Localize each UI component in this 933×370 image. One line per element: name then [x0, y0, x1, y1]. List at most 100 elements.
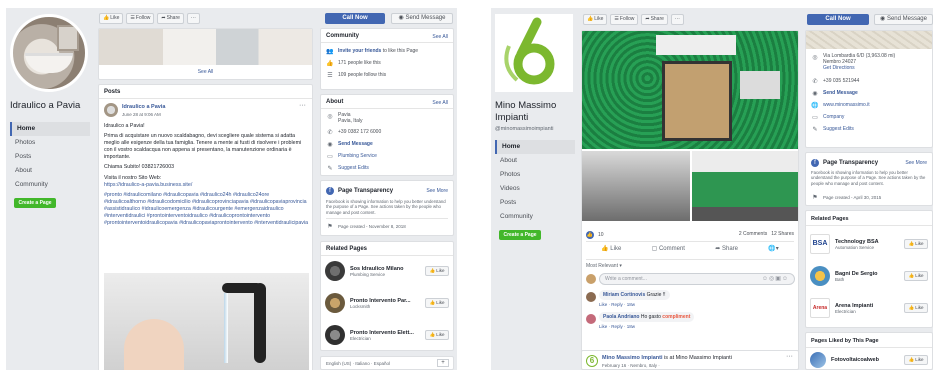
post-photo-main[interactable] — [582, 31, 798, 149]
bottom-post-card: 6 Mino Massimo Impianti is at Mino Massi… — [581, 350, 799, 370]
related-like-button[interactable]: 👍 Like — [425, 266, 449, 276]
create-page-button[interactable]: Create a Page — [14, 198, 56, 208]
add-language-icon[interactable]: + — [437, 359, 449, 367]
nav-home[interactable]: Home — [10, 122, 90, 136]
post-date[interactable]: June 28 at 9:06 AM — [122, 112, 161, 117]
related-page-item[interactable]: Pronto Intervento Elett... Electrician 👍 … — [325, 324, 449, 346]
related-like-button[interactable]: 👍 Like — [904, 303, 928, 313]
address-row: ◎ Via Lombardia 6/D (3,963.08 mi) Nembro 2… — [812, 53, 896, 71]
related-divider — [806, 225, 932, 226]
page-created-row: ⚑ Page created - April 30, 2015 — [812, 194, 882, 201]
community-card: Community See All 👥 Invite your friends t… — [320, 28, 454, 90]
rss-icon: ☰ — [614, 16, 619, 22]
phone-row: ✆ +39 035 521944 — [812, 78, 860, 85]
liked-pages-card: Pages Liked by This Page Fotovoltaicoalw… — [805, 332, 933, 370]
comment-bubble: Paola Andriano Ho gasto compliment — [599, 312, 695, 322]
post-author-name[interactable]: Idraulico a Pavia — [122, 104, 165, 110]
community-see-all[interactable]: See All — [432, 34, 448, 40]
commenter-avatar[interactable] — [586, 314, 596, 324]
liked-like-button[interactable]: 👍 Like — [904, 355, 928, 365]
language-links[interactable]: English (US) · Italiano · Español — [326, 361, 390, 366]
post-website-link[interactable]: https://idraulico-a-pavia.business.site/ — [104, 182, 309, 189]
commenter-avatar[interactable] — [586, 292, 596, 302]
flag-icon: ⚑ — [812, 194, 818, 201]
bathroom-window-shape — [57, 25, 79, 51]
reactions-row: 👍 10 — [586, 231, 604, 239]
send-message-button[interactable]: ◉ Send Message — [874, 14, 933, 25]
comment-sort-dropdown[interactable]: Most Relevant ▾ — [586, 263, 622, 269]
comment-input[interactable]: Write a comment... ☺◎▣☺ — [599, 273, 795, 285]
post-comment-action[interactable]: ▢ Comment — [652, 245, 685, 257]
liked-page-item[interactable]: Fotovoltaicoalweb 👍 Like — [810, 349, 928, 369]
more-options-button[interactable]: ··· — [186, 13, 200, 24]
related-pages-card: Related Pages Sos Idraulico Milano Plumbi… — [320, 241, 454, 351]
related-page-item[interactable]: BSA Technology BSA Automation Service 👍 L… — [810, 233, 928, 255]
post-options-icon[interactable]: ··· — [299, 102, 306, 109]
bottom-post-date[interactable]: February 16 · Nembro, Italy · — [602, 363, 660, 368]
nav-about[interactable]: About — [495, 154, 575, 168]
about-see-all[interactable]: See All — [432, 100, 448, 106]
post-share-action[interactable]: ➦ Share — [715, 245, 738, 257]
like-page-button[interactable]: 👍 Like — [583, 14, 608, 25]
right-sidebar: Mino Massimo Impianti @minomassimoimpian… — [491, 8, 577, 370]
send-message-button[interactable]: ◉ Send Message — [391, 13, 453, 24]
post-hashtags[interactable]: #pronto #idraulicomilano #idraulicopavia… — [104, 192, 309, 227]
post-options-icon[interactable]: ··· — [786, 353, 793, 360]
related-page-thumb: BSA — [810, 234, 830, 254]
wall-sign-shape — [656, 35, 736, 55]
nav-photos[interactable]: Photos — [10, 136, 90, 150]
nav-about[interactable]: About — [10, 164, 90, 178]
related-page-item[interactable]: Bagni De Sergio Bath 👍 Like — [810, 265, 928, 287]
messenger-icon: ◉ — [327, 141, 333, 148]
audience-globe-icon[interactable]: 🌐▾ — [768, 245, 778, 257]
share-button[interactable]: ➦ Share — [157, 13, 184, 24]
post-like-action[interactable]: 👍 Like — [601, 245, 621, 257]
related-page-item[interactable]: Sos Idraulico Milano Plumbing Service 👍 L… — [325, 260, 449, 282]
photo-strip[interactable] — [99, 29, 312, 65]
map-thumbnail[interactable] — [806, 31, 932, 49]
follows-row: ☰ 109 people follow this — [327, 72, 387, 79]
posts-card: Posts Idraulico a Pavia June 28 at 9:06 … — [98, 84, 313, 370]
profile-picture[interactable] — [495, 14, 573, 92]
nav-photos[interactable]: Photos — [495, 168, 575, 182]
transparency-see-more[interactable]: See More — [905, 160, 927, 166]
share-arrow-icon: ➦ — [645, 16, 650, 22]
like-page-button[interactable]: 👍 Like — [99, 13, 124, 24]
website-row: 🌐 www.minomassimo.it — [811, 102, 870, 109]
follow-button[interactable]: ☰ Follow — [126, 13, 155, 24]
photos-see-all-link[interactable]: See All — [99, 69, 312, 75]
post-photo-left[interactable] — [582, 151, 690, 221]
nav-community[interactable]: Community — [10, 178, 90, 192]
call-now-button[interactable]: Call Now — [807, 14, 869, 25]
nav-posts[interactable]: Posts — [10, 150, 90, 164]
transparency-header: f Page Transparency — [326, 187, 393, 195]
follow-button[interactable]: ☰ Follow — [610, 14, 639, 25]
invite-friends-link[interactable]: Invite your friends — [338, 48, 381, 54]
transparency-see-more[interactable]: See More — [426, 188, 448, 194]
author-logo-avatar[interactable]: 6 — [586, 355, 598, 367]
related-like-button[interactable]: 👍 Like — [425, 330, 449, 340]
post-actions: 👍 Like ▢ Comment ➦ Share 🌐▾ — [586, 245, 794, 257]
related-like-button[interactable]: 👍 Like — [425, 298, 449, 308]
nav-home[interactable]: Home — [495, 140, 575, 154]
create-page-button[interactable]: Create a Page — [499, 230, 541, 240]
comment-emoji-icons[interactable]: ☺◎▣☺ — [762, 275, 789, 282]
page-nav: Home About Photos Videos Posts Community — [495, 140, 575, 224]
related-page-item[interactable]: Pronto Intervento Par... Locksmith 👍 Like — [325, 292, 449, 314]
bottom-post-header: Mino Massimo Impianti is at Mino Massimo… — [602, 355, 732, 361]
post-photo-right[interactable] — [692, 151, 798, 221]
more-options-button[interactable]: ··· — [670, 14, 684, 25]
related-like-button[interactable]: 👍 Like — [904, 271, 928, 281]
post-author-avatar[interactable] — [104, 103, 118, 117]
related-like-button[interactable]: 👍 Like — [904, 239, 928, 249]
nav-posts[interactable]: Posts — [495, 196, 575, 210]
water-stream-shape — [224, 293, 228, 363]
post-image-faucet[interactable] — [104, 273, 309, 370]
call-now-button[interactable]: Call Now — [325, 13, 385, 24]
profile-picture[interactable] — [10, 14, 88, 92]
messenger-icon: ◉ — [812, 90, 818, 97]
related-page-item[interactable]: Arena Arena Impianti Electrician 👍 Like — [810, 297, 928, 319]
nav-videos[interactable]: Videos — [495, 182, 575, 196]
share-button[interactable]: ➦ Share — [641, 14, 668, 25]
nav-community[interactable]: Community — [495, 210, 575, 224]
